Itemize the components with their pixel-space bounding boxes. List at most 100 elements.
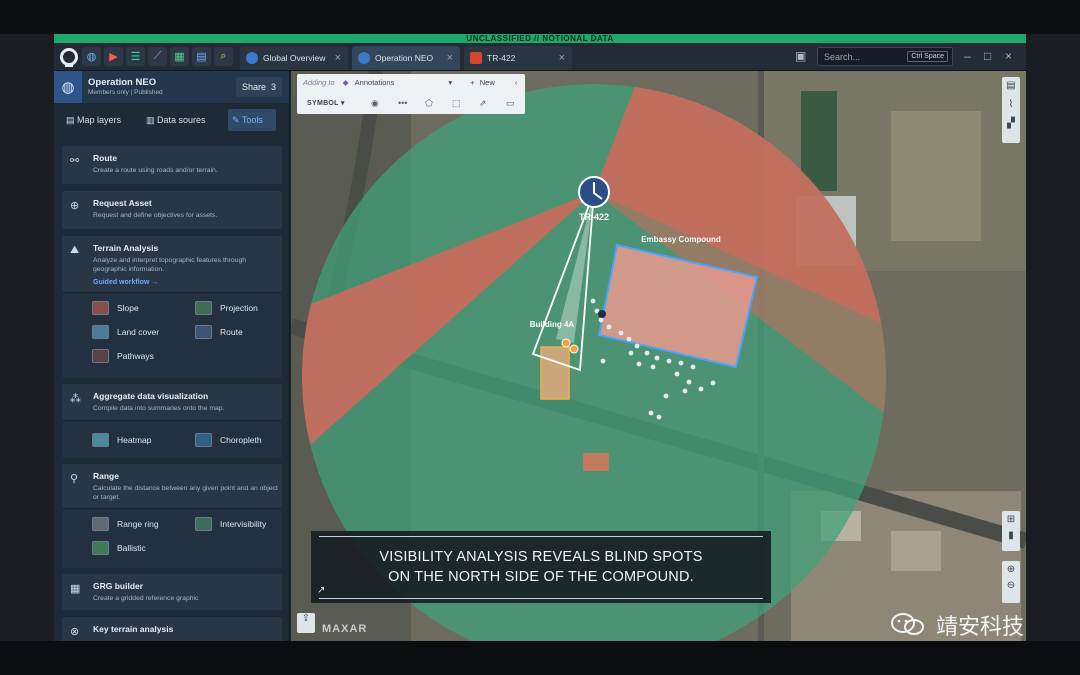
close-window-icon[interactable]: × xyxy=(1005,49,1012,63)
rectangle-tool-icon[interactable]: ⬚ xyxy=(452,98,461,109)
graph-app-icon[interactable]: ⟋ xyxy=(148,47,167,66)
video-icon xyxy=(470,52,482,64)
caption-line-1: VISIBILITY ANALYSIS REVEALS BLIND SPOTS xyxy=(379,549,703,565)
tool-choropleth[interactable]: Choropleth xyxy=(195,433,262,447)
video-app-icon[interactable]: ▶ xyxy=(104,47,123,66)
tool-request-asset[interactable]: ⊕ Request Asset Request and define objec… xyxy=(62,191,282,229)
choropleth-icon xyxy=(195,433,212,447)
close-icon[interactable]: × xyxy=(559,52,565,64)
tab-map-layers[interactable]: ▤ Map layers xyxy=(62,109,125,131)
minimize-icon[interactable]: – xyxy=(964,49,971,63)
tool-title: Aggregate data visualization xyxy=(93,391,209,401)
tool-aggregate-visualization[interactable]: ⁂ Aggregate data visualization Compile d… xyxy=(62,384,282,458)
watermark-text: 靖安科技 xyxy=(936,615,1025,640)
search-app-icon[interactable]: ⌕ xyxy=(214,47,233,66)
tool-intervisibility[interactable]: Intervisibility xyxy=(195,517,266,531)
tab-tr-422[interactable]: TR-422 × xyxy=(464,46,572,70)
tool-grg-builder[interactable]: ▦ GRG builder Create a gridded reference… xyxy=(62,574,282,610)
list-app-icon[interactable]: ☰ xyxy=(126,47,145,66)
measure-icon[interactable]: ⊞ xyxy=(1002,514,1020,525)
rooftop xyxy=(583,453,609,471)
route-map-icon xyxy=(195,325,212,339)
expand-arrow-icon: ↗ xyxy=(317,585,326,596)
bookmark-icon[interactable]: ▮ xyxy=(1002,530,1020,541)
tool-terrain-route[interactable]: Route xyxy=(195,325,243,339)
tool-slope[interactable]: Slope xyxy=(92,301,139,315)
tool-pathways[interactable]: Pathways xyxy=(92,349,154,363)
caption-line-2: ON THE NORTH SIDE OF THE COMPOUND. xyxy=(388,569,694,585)
aggregate-subtools: Heatmap Choropleth xyxy=(62,420,282,458)
add-icon[interactable]: + xyxy=(470,78,474,87)
tab-label: TR-422 xyxy=(487,53,516,63)
collapse-icon[interactable]: ‹ xyxy=(515,78,518,87)
export-icon[interactable]: ⇗ xyxy=(479,98,487,109)
tool-route[interactable]: ⚯ Route Create a route using roads and/o… xyxy=(62,146,282,184)
tool-description: Calculate the distance between any given… xyxy=(93,485,278,501)
map-bottom-tools: ⊞ ▮ xyxy=(1002,511,1020,551)
projection-icon xyxy=(195,301,212,315)
tool-key-terrain[interactable]: ⊗ Key terrain analysis xyxy=(62,617,282,641)
tool-description: Analyze and interpret topographic featur… xyxy=(93,257,247,273)
globe-app-icon[interactable]: ◍ xyxy=(82,47,101,66)
tool-title: Key terrain analysis xyxy=(93,624,174,634)
label-tool-icon[interactable]: ▭ xyxy=(506,98,515,109)
upload-button[interactable]: ⇪ xyxy=(297,613,315,633)
tool-label: Intervisibility xyxy=(220,519,267,529)
tool-terrain-analysis[interactable]: ⛰ Terrain Analysis Analyze and interpret… xyxy=(62,236,282,378)
app-logo-icon[interactable] xyxy=(60,48,78,67)
tab-data-sources[interactable]: ▥ Data soures xyxy=(142,109,210,131)
zoom-in-icon[interactable]: ⊕ xyxy=(1002,564,1020,575)
new-layer-button[interactable]: New xyxy=(480,78,495,87)
globe-icon xyxy=(358,52,370,64)
map-view[interactable]: TR-422 Embassy Compound Building 4A Addi… xyxy=(291,71,1026,641)
marker[interactable] xyxy=(561,338,571,348)
guided-workflow-link[interactable]: Guided workflow → xyxy=(93,279,158,286)
tool-title: GRG builder xyxy=(93,581,144,591)
polygon-tool-icon[interactable]: ⬠ xyxy=(425,98,433,109)
activity-icon[interactable]: ⌇ xyxy=(1002,99,1020,110)
tool-range[interactable]: ⚲ Range Calculate the distance between a… xyxy=(62,464,282,568)
intervisibility-icon xyxy=(195,517,212,531)
range-subtools: Range ring Intervisibility Ballistic xyxy=(62,508,282,568)
tool-projection[interactable]: Projection xyxy=(195,301,258,315)
point-tool-icon[interactable]: ◉ xyxy=(371,98,379,109)
more-icon[interactable]: ••• xyxy=(398,98,407,108)
layers-icon[interactable]: ▤ xyxy=(1002,80,1020,91)
tab-tools[interactable]: ✎ Tools xyxy=(228,109,276,131)
maximize-icon[interactable]: □ xyxy=(984,49,991,63)
tool-title: Request Asset xyxy=(93,198,152,208)
comment-icon[interactable]: ▞ xyxy=(1002,118,1020,129)
tool-land-cover[interactable]: Land cover xyxy=(92,325,159,339)
table-app-icon[interactable]: ▦ xyxy=(170,47,189,66)
adding-to-row: Adding to ◆ Annotations ▾ + New ‹ xyxy=(303,78,517,87)
share-button[interactable]: Share 3 xyxy=(236,77,282,97)
route-icon: ⚯ xyxy=(70,155,80,167)
dashboard-app-icon[interactable]: ▤ xyxy=(192,47,211,66)
marker[interactable] xyxy=(598,310,606,318)
globe-icon xyxy=(246,52,258,64)
chevron-down-icon[interactable]: ▾ xyxy=(448,78,452,87)
inbox-icon[interactable]: ▣ xyxy=(795,49,806,63)
layer-select[interactable]: Annotations xyxy=(355,78,395,87)
search-input[interactable]: Search... Ctrl Space xyxy=(817,47,953,66)
zoom-out-icon[interactable]: ⊖ xyxy=(1002,580,1020,591)
symbol-dropdown[interactable]: SYMBOL ▾ xyxy=(307,99,345,107)
building-4a[interactable] xyxy=(540,346,570,400)
monitor-bezel-left xyxy=(0,34,54,641)
tool-label: Ballistic xyxy=(117,543,146,553)
tool-range-ring[interactable]: Range ring xyxy=(92,517,159,531)
video-caption: VISIBILITY ANALYSIS REVEALS BLIND SPOTS … xyxy=(311,531,771,603)
tab-global-overview[interactable]: Global Overview × xyxy=(240,46,348,70)
classification-banner: UNCLASSIFIED // NOTIONAL DATA xyxy=(54,34,1026,43)
close-icon[interactable]: × xyxy=(447,52,453,64)
tab-operation-neo[interactable]: Operation NEO × xyxy=(352,46,460,70)
marker[interactable] xyxy=(569,344,579,354)
tool-heatmap[interactable]: Heatmap xyxy=(92,433,152,447)
terrain-subtools: Slope Projection Land cover Route Pathwa… xyxy=(62,292,282,378)
layer-icon: ◆ xyxy=(342,78,349,87)
tool-ballistic[interactable]: Ballistic xyxy=(92,541,146,555)
tool-description: Request and define objectives for assets… xyxy=(93,212,218,219)
tab-label: Data soures xyxy=(157,115,206,125)
close-icon[interactable]: × xyxy=(335,52,341,64)
globe-icon: ◍ xyxy=(54,71,82,103)
